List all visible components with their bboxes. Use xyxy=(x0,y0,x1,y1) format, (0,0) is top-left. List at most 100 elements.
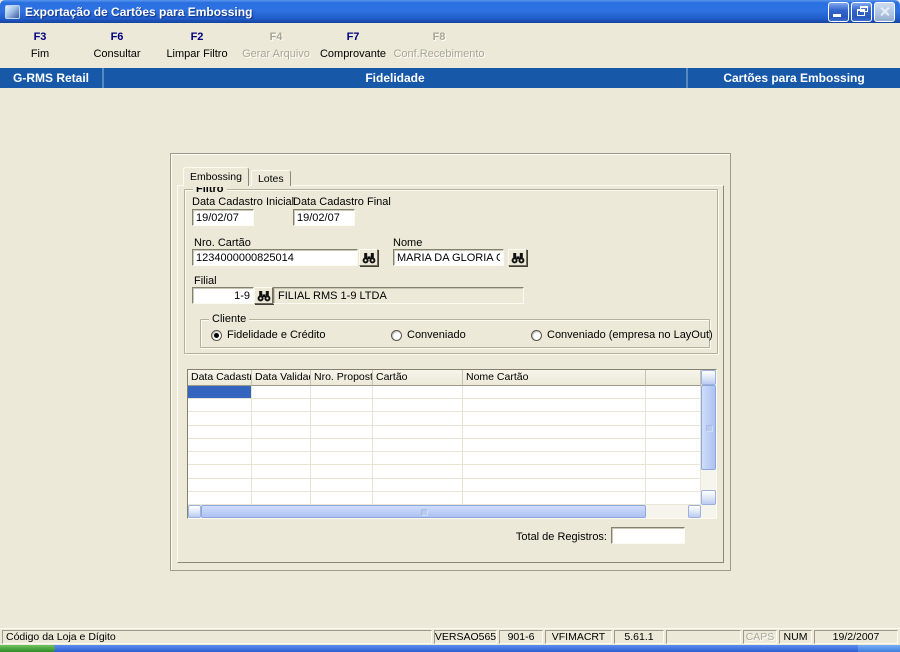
restore-button[interactable] xyxy=(851,1,872,22)
grid-cell[interactable] xyxy=(463,478,646,491)
grid-cell[interactable] xyxy=(373,491,463,504)
grid-cell[interactable] xyxy=(252,399,311,412)
date-start-input[interactable] xyxy=(192,209,254,226)
total-records-input[interactable] xyxy=(611,527,685,544)
grid-cell[interactable] xyxy=(373,425,463,438)
close-button[interactable] xyxy=(874,1,895,22)
radio-label: Conveniado (empresa no LayOut) xyxy=(547,329,713,341)
grid-cell[interactable] xyxy=(646,465,701,478)
start-button[interactable] xyxy=(0,645,55,652)
grid-cell[interactable] xyxy=(252,465,311,478)
card-search-button[interactable] xyxy=(359,249,378,266)
grid-cell[interactable] xyxy=(252,412,311,425)
date-end-input[interactable] xyxy=(293,209,355,226)
grid-cell[interactable] xyxy=(373,399,463,412)
status-panel-program: VFIMACRT xyxy=(545,630,612,644)
grid-cell[interactable] xyxy=(646,425,701,438)
grid-cell[interactable] xyxy=(373,412,463,425)
grid-column-header-empty[interactable] xyxy=(646,370,701,386)
tab-lotes[interactable]: Lotes xyxy=(250,170,291,186)
grid-cell[interactable] xyxy=(646,478,701,491)
grid-column-header-cart-o[interactable]: Cartão xyxy=(373,370,463,386)
grid-cell[interactable] xyxy=(373,438,463,452)
horizontal-scroll-thumb[interactable] xyxy=(201,505,646,518)
grid-cell[interactable] xyxy=(252,425,311,438)
grid-cell[interactable] xyxy=(252,452,311,465)
grid-cell[interactable] xyxy=(373,452,463,465)
grid-cell[interactable] xyxy=(252,478,311,491)
grid-cell[interactable] xyxy=(188,491,252,504)
grid-cell[interactable] xyxy=(188,438,252,452)
vertical-scroll-thumb[interactable] xyxy=(701,385,716,470)
branch-search-button[interactable] xyxy=(254,287,273,304)
grid-row xyxy=(188,412,701,426)
radio-option-fidelidade-e-cr-dito[interactable]: Fidelidade e Crédito xyxy=(211,329,325,341)
card-number-input[interactable] xyxy=(192,249,358,266)
scroll-left-button[interactable] xyxy=(188,505,201,518)
grid-cell[interactable] xyxy=(463,386,646,399)
horizontal-scrollbar[interactable] xyxy=(188,505,701,518)
grid-cell[interactable] xyxy=(252,438,311,452)
scrollbar-corner xyxy=(701,505,716,518)
branch-code-input[interactable] xyxy=(192,287,254,304)
grid-cell[interactable] xyxy=(463,438,646,452)
grid-cell[interactable] xyxy=(188,478,252,491)
name-search-button[interactable] xyxy=(508,249,527,266)
grid-cell[interactable] xyxy=(646,452,701,465)
scroll-right-button[interactable] xyxy=(688,505,701,518)
status-panel-caps: CAPS xyxy=(743,630,777,644)
minimize-button[interactable] xyxy=(828,1,849,22)
grid-cell[interactable] xyxy=(463,425,646,438)
tab-embossing[interactable]: Embossing xyxy=(183,167,249,187)
toolbar-button-comprovante[interactable]: F7 Comprovante xyxy=(316,26,390,66)
grid-cell[interactable] xyxy=(463,412,646,425)
scroll-up-button[interactable] xyxy=(701,370,716,385)
toolbar-button-consultar[interactable]: F6 Consultar xyxy=(76,26,158,66)
grid-cell[interactable] xyxy=(646,399,701,412)
toolbar-button-fim[interactable]: F3 Fim xyxy=(4,26,76,66)
grid-cell[interactable] xyxy=(188,399,252,412)
grid-cell[interactable] xyxy=(188,452,252,465)
grid-column-header-data-cadastro[interactable]: Data Cadastro xyxy=(188,370,252,386)
grid-cell[interactable] xyxy=(311,465,373,478)
grid-cell[interactable] xyxy=(646,438,701,452)
grid-cell-selected[interactable] xyxy=(188,386,252,399)
grid-cell[interactable] xyxy=(252,386,311,399)
scroll-down-button[interactable] xyxy=(701,490,716,505)
app-icon xyxy=(5,4,20,19)
grid-cell[interactable] xyxy=(646,412,701,425)
grid-cell[interactable] xyxy=(646,386,701,399)
grid-cell[interactable] xyxy=(311,478,373,491)
grid-column-header-nro-proposta[interactable]: Nro. Proposta xyxy=(311,370,373,386)
grid-column-header-nome-cart-o[interactable]: Nome Cartão xyxy=(463,370,646,386)
name-input[interactable] xyxy=(393,249,504,266)
grid-cell[interactable] xyxy=(463,452,646,465)
taskbar xyxy=(0,645,900,652)
grid-cell[interactable] xyxy=(311,438,373,452)
radio-option-conveniado[interactable]: Conveniado xyxy=(391,329,466,341)
grid-cell[interactable] xyxy=(311,399,373,412)
grid-cell[interactable] xyxy=(463,399,646,412)
grid-cell[interactable] xyxy=(188,465,252,478)
grid-cell[interactable] xyxy=(463,491,646,504)
total-records-label: Total de Registros: xyxy=(515,531,607,543)
grid-cell[interactable] xyxy=(463,465,646,478)
grid-cell[interactable] xyxy=(188,412,252,425)
grid-cell[interactable] xyxy=(311,452,373,465)
grid-cell[interactable] xyxy=(311,412,373,425)
radio-option-conveniado-empresa-no-layout[interactable]: Conveniado (empresa no LayOut) xyxy=(531,329,713,341)
grid-cell[interactable] xyxy=(373,386,463,399)
grid-cell[interactable] xyxy=(311,425,373,438)
grid-cell[interactable] xyxy=(252,491,311,504)
binoculars-icon xyxy=(257,290,270,301)
grid-cell[interactable] xyxy=(311,491,373,504)
grid-cell[interactable] xyxy=(373,465,463,478)
grid-cell[interactable] xyxy=(188,425,252,438)
grid-cell[interactable] xyxy=(311,386,373,399)
toolbar-button-limpar-filtro[interactable]: F2 Limpar Filtro xyxy=(158,26,236,66)
grid-cell[interactable] xyxy=(646,491,701,504)
grid-column-header-data-validade[interactable]: Data Validade xyxy=(252,370,311,386)
grid-cell[interactable] xyxy=(373,478,463,491)
vertical-scrollbar[interactable] xyxy=(701,370,716,505)
action-label: Gerar Arquivo xyxy=(242,48,310,60)
